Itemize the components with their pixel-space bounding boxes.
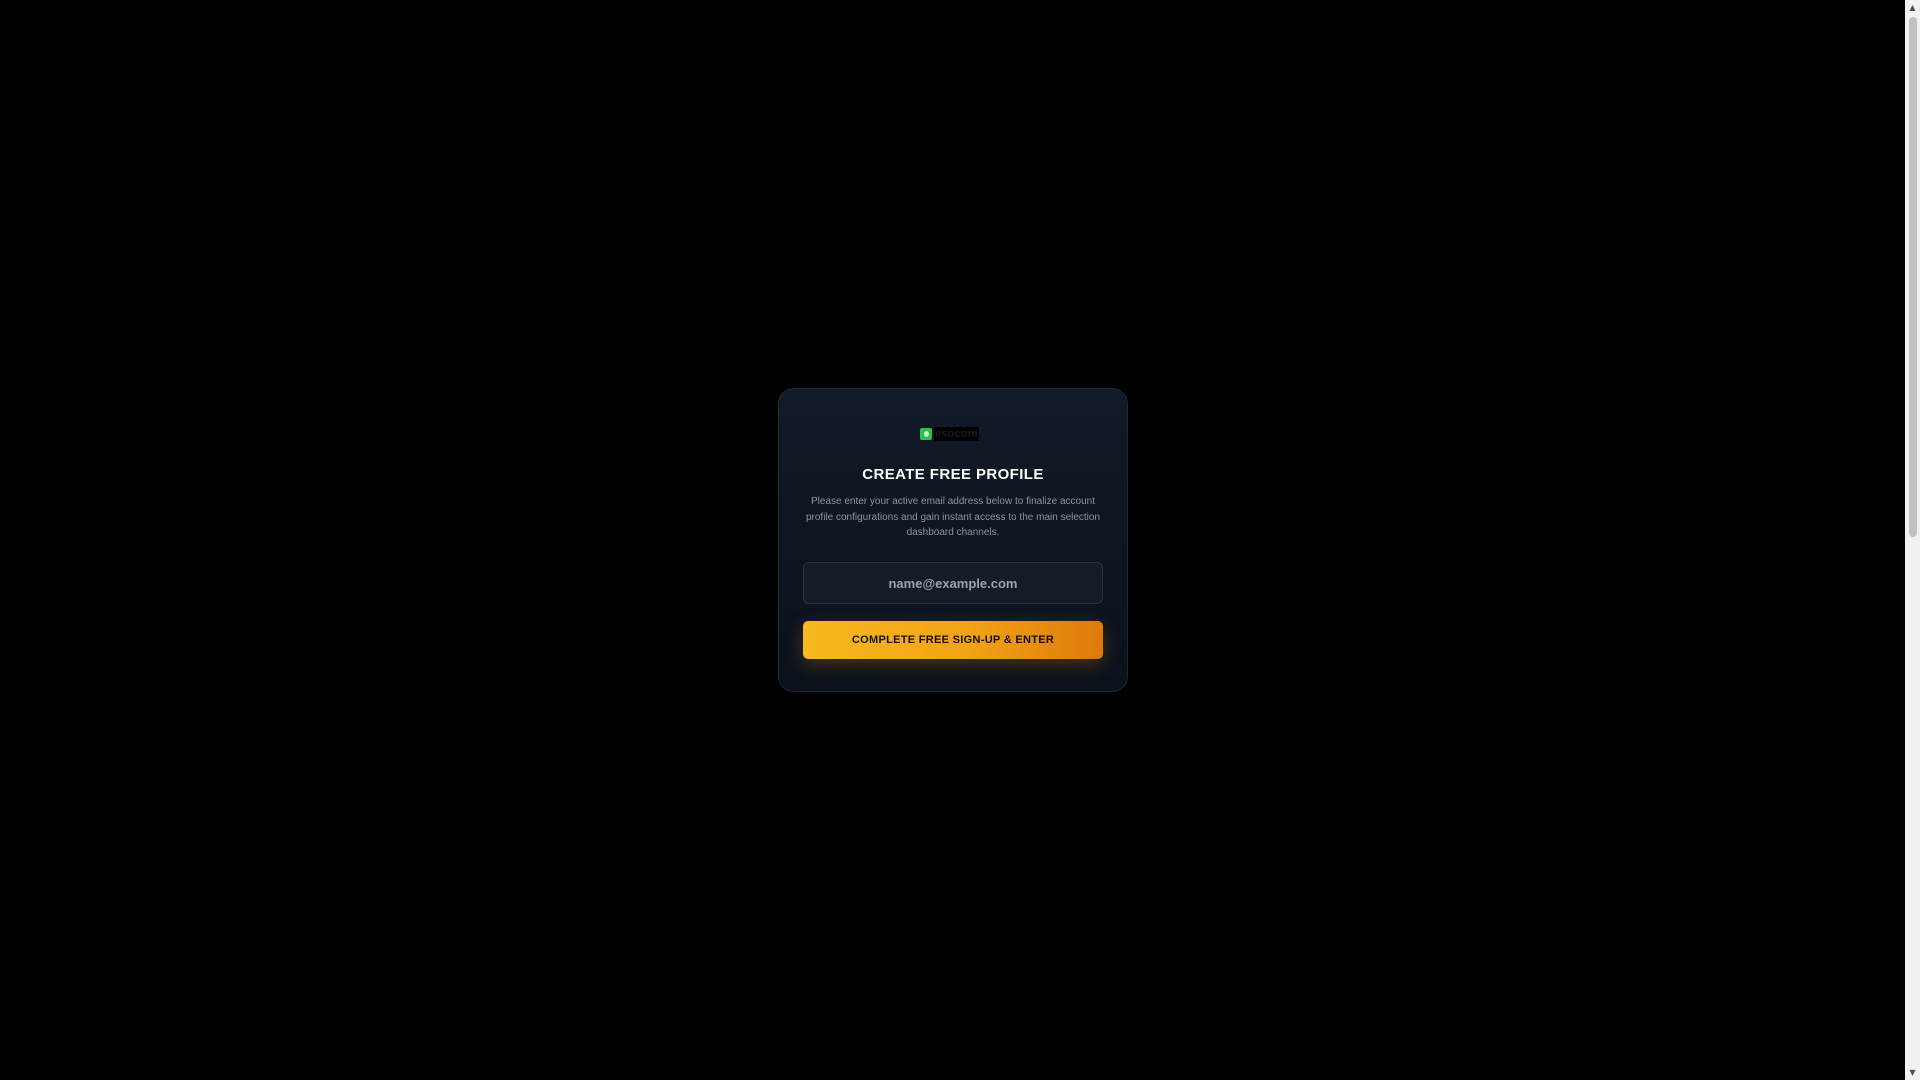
email-field[interactable] [803, 562, 1103, 604]
vertical-scrollbar[interactable]: ▲ ▼ [1905, 0, 1920, 1080]
scroll-up-arrow-icon[interactable]: ▲ [1905, 0, 1920, 15]
page-background: esocom CREATE FREE PROFILE Please enter … [0, 0, 1905, 1080]
scroll-down-arrow-icon[interactable]: ▼ [1905, 1065, 1920, 1080]
signup-description: Please enter your active email address b… [805, 496, 1101, 538]
page-title: CREATE FREE PROFILE [862, 466, 1044, 483]
signup-card: esocom CREATE FREE PROFILE Please enter … [778, 388, 1128, 692]
brand-logo: esocom [920, 427, 979, 441]
brand-logo-icon [920, 428, 932, 440]
brand-logo-text: esocom [934, 427, 979, 441]
scrollbar-thumb[interactable] [1909, 17, 1917, 537]
complete-signup-button[interactable]: COMPLETE FREE SIGN-UP & ENTER [803, 621, 1103, 659]
